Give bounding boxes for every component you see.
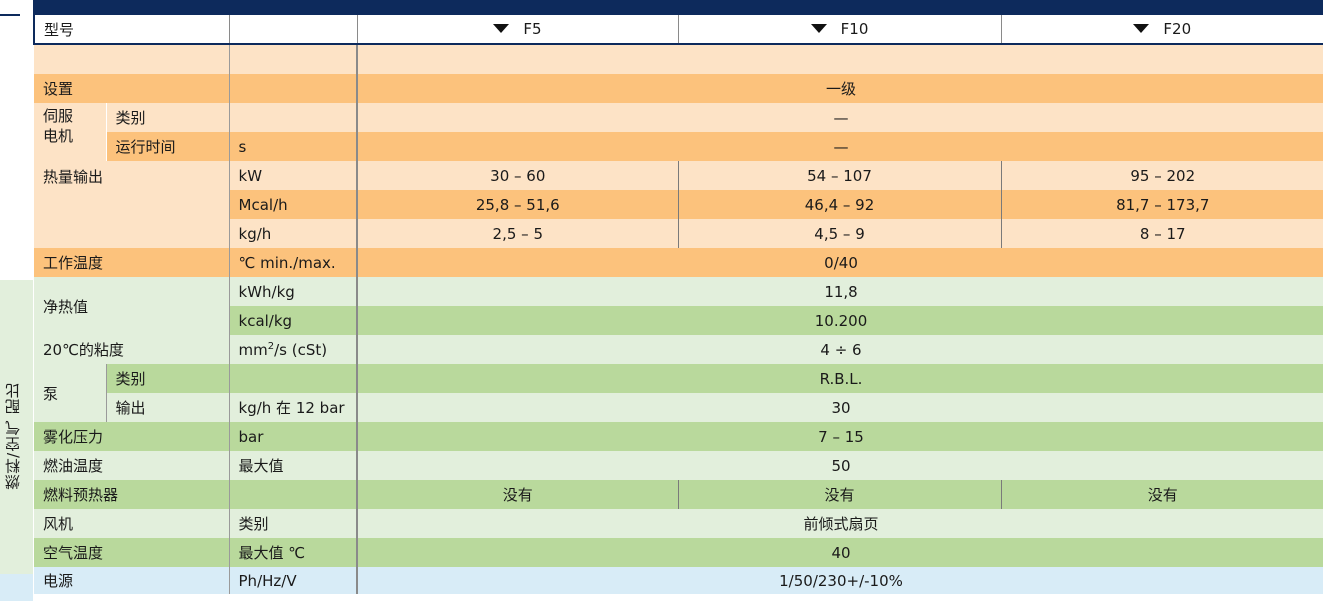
model-header-f20[interactable]: F20	[1000, 14, 1323, 45]
atomizing-unit: bar	[228, 422, 358, 451]
viscosity-value: 4 ÷ 6	[356, 335, 1323, 364]
net-heat-kwh-value: 11,8	[356, 277, 1323, 306]
viscosity-unit: mm2/s (cSt)	[228, 335, 358, 364]
heat-kw-unit: kW	[228, 161, 358, 190]
working-temp-unit: ℃ min./max.	[228, 248, 358, 277]
preheater-f20: 没有	[1000, 480, 1323, 509]
net-heat-kcal-unit: kcal/kg	[228, 306, 358, 335]
settings-value: 一级	[356, 74, 1323, 103]
preheater-label: 燃料预热器	[34, 480, 230, 509]
row-power: 电源 Ph/Hz/V 1/50/230+/-10%	[34, 567, 1323, 594]
row-fan: 风机 类别 前倾式扇页	[34, 509, 1323, 538]
row-viscosity: 20℃的粘度 mm2/s (cSt) 4 ÷ 6	[34, 335, 1323, 364]
fan-label: 风机	[34, 509, 230, 538]
corner-mark	[0, 14, 20, 16]
net-heat-kwh-unit: kWh/kg	[228, 277, 358, 306]
pump-output-unit: kg/h 在 12 bar	[228, 393, 358, 422]
servo-label: 伺服 电机	[34, 103, 106, 161]
air-temp-value: 40	[356, 538, 1323, 567]
pump-type-value: R.B.L.	[356, 364, 1323, 393]
heat-output-label: 热量输出	[34, 161, 230, 248]
heat-mcal-f20: 81,7 – 173,7	[1000, 190, 1323, 219]
heat-mcal-unit: Mcal/h	[228, 190, 358, 219]
heat-kgh-f20: 8 – 17	[1000, 219, 1323, 248]
row-working-temp: 工作温度 ℃ min./max. 0/40	[34, 248, 1323, 277]
model-header-label: 型号	[32, 14, 230, 45]
row-servo-type: 伺服 电机 类别 —	[34, 103, 1323, 161]
row-atomizing: 雾化压力 bar 7 – 15	[34, 422, 1323, 451]
fan-unit: 类别	[228, 509, 358, 538]
pump-output-value: 30	[356, 393, 1323, 422]
side-section-label: 燃料/空气 配比	[4, 382, 22, 490]
triangle-down-icon	[1133, 24, 1150, 33]
row-air-temp: 空气温度 最大值 ℃ 40	[34, 538, 1323, 567]
header-unit-cell	[228, 14, 358, 45]
net-heat-label: 净热值	[34, 277, 230, 335]
heat-kw-f20: 95 – 202	[1000, 161, 1323, 190]
row-pump-type: 泵 类别 R.B.L.	[34, 364, 1323, 422]
side-band-blue	[0, 574, 33, 601]
oil-temp-unit: 最大值	[228, 451, 358, 480]
oil-temp-value: 50	[356, 451, 1323, 480]
triangle-down-icon	[493, 24, 510, 33]
power-unit: Ph/Hz/V	[228, 567, 358, 594]
preheater-f5: 没有	[356, 480, 679, 509]
top-bar	[33, 0, 1323, 14]
preheater-f10: 没有	[677, 480, 1002, 509]
heat-kgh-unit: kg/h	[228, 219, 358, 248]
working-temp-label: 工作温度	[34, 248, 230, 277]
pump-type-label: 类别	[105, 364, 230, 393]
model-header-f5[interactable]: F5	[356, 14, 679, 45]
triangle-down-icon	[810, 24, 827, 33]
settings-label: 设置	[34, 74, 230, 103]
heat-kw-f5: 30 – 60	[356, 161, 679, 190]
servo-runtime-value: —	[356, 132, 1323, 161]
servo-type-value: —	[356, 103, 1323, 132]
header-row: 型号 F5 F10 F20	[32, 14, 1323, 45]
row-pump-output: 输出 kg/h 在 12 bar 30	[34, 393, 1323, 422]
heat-kw-f10: 54 – 107	[677, 161, 1002, 190]
power-value: 1/50/230+/-10%	[356, 567, 1323, 594]
oil-temp-label: 燃油温度	[34, 451, 230, 480]
pump-output-label: 输出	[105, 393, 230, 422]
row-servo-runtime: 运行时间 s —	[34, 132, 1323, 161]
air-temp-unit: 最大值 ℃	[228, 538, 358, 567]
row-settings: 设置 一级	[34, 74, 1323, 103]
row-heat-kw: 热量输出 kW 30 – 60 54 – 107 95 – 202	[34, 161, 1323, 248]
heat-mcal-f10: 46,4 – 92	[677, 190, 1002, 219]
atomizing-value: 7 – 15	[356, 422, 1323, 451]
pump-label: 泵	[34, 364, 106, 422]
air-temp-label: 空气温度	[34, 538, 230, 567]
row-oil-temp: 燃油温度 最大值 50	[34, 451, 1323, 480]
heat-kgh-f10: 4,5 – 9	[677, 219, 1002, 248]
servo-runtime-label: 运行时间	[105, 132, 230, 161]
heat-kgh-f5: 2,5 – 5	[356, 219, 679, 248]
working-temp-value: 0/40	[356, 248, 1323, 277]
row-preheater: 燃料预热器 没有 没有 没有	[34, 480, 1323, 509]
viscosity-label: 20℃的粘度	[34, 335, 230, 364]
power-label: 电源	[34, 567, 230, 594]
fan-value: 前倾式扇页	[356, 509, 1323, 538]
servo-type-label: 类别	[105, 103, 230, 132]
model-header-f10[interactable]: F10	[677, 14, 1002, 45]
servo-runtime-unit: s	[228, 132, 358, 161]
spec-table: 型号 F5 F10 F20 设置 一级 伺服 电机 类别 — 运行时间 s — …	[32, 14, 1323, 594]
spacer-row	[34, 44, 1323, 74]
heat-mcal-f5: 25,8 – 51,6	[356, 190, 679, 219]
net-heat-kcal-value: 10.200	[356, 306, 1323, 335]
row-net-heat-kwh: 净热值 kWh/kg 11,8	[34, 277, 1323, 335]
atomizing-label: 雾化压力	[34, 422, 230, 451]
